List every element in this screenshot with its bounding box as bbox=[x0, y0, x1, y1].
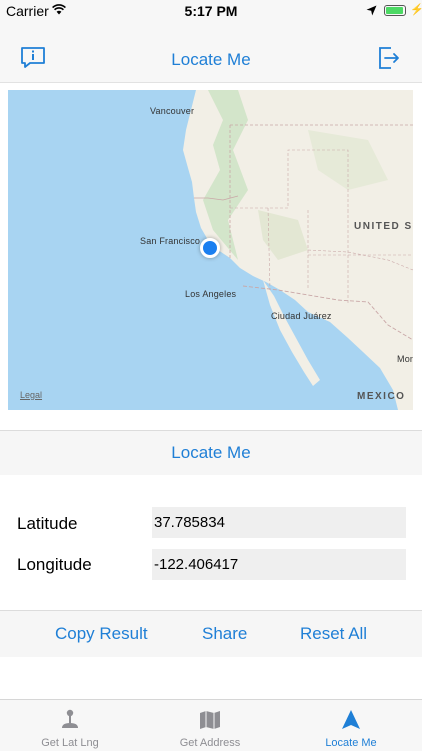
battery-icon bbox=[384, 5, 406, 16]
city-label-monterrey: Mon bbox=[397, 354, 413, 364]
latitude-label: Latitude bbox=[17, 514, 78, 533]
tab-locate-me[interactable]: Locate Me bbox=[281, 700, 421, 750]
copy-result-button[interactable]: Copy Result bbox=[55, 624, 148, 644]
longitude-label: Longitude bbox=[17, 555, 92, 574]
reset-all-button[interactable]: Reset All bbox=[300, 624, 367, 644]
city-label-ciudad-juarez: Ciudad Juárez bbox=[271, 311, 332, 321]
locate-me-button[interactable]: Locate Me bbox=[0, 443, 422, 463]
location-services-icon bbox=[366, 5, 377, 16]
tab-get-address[interactable]: Get Address bbox=[140, 700, 280, 750]
charging-bolt-icon: ⚡ bbox=[410, 4, 422, 16]
pin-stand-icon bbox=[62, 709, 78, 728]
map-icon bbox=[200, 711, 220, 729]
city-label-los-angeles: Los Angeles bbox=[185, 289, 237, 299]
city-label-vancouver: Vancouver bbox=[150, 106, 195, 116]
tab-label-get-lat-lng: Get Lat Lng bbox=[41, 737, 99, 749]
country-label-mexico: MEXICO bbox=[357, 391, 406, 402]
share-button[interactable]: Share bbox=[202, 624, 247, 644]
page-title: Locate Me bbox=[171, 50, 251, 69]
map-view[interactable]: Vancouver San Francisco Los Angeles Ciud… bbox=[8, 90, 413, 410]
clock: 5:17 PM bbox=[184, 3, 238, 19]
user-location-dot bbox=[200, 238, 220, 258]
latitude-field[interactable]: 37.785834 bbox=[152, 507, 406, 538]
tab-get-lat-lng[interactable]: Get Lat Lng bbox=[0, 700, 140, 750]
tab-label-get-address: Get Address bbox=[179, 737, 241, 749]
longitude-field[interactable]: -122.406417 bbox=[152, 549, 406, 580]
tab-label-locate-me: Locate Me bbox=[325, 737, 377, 749]
exit-icon[interactable] bbox=[376, 45, 402, 71]
legal-link[interactable]: Legal bbox=[20, 390, 42, 400]
location-arrow-icon bbox=[342, 710, 360, 729]
city-label-san-francisco: San Francisco bbox=[140, 236, 201, 246]
country-label-us: UNITED S bbox=[354, 221, 413, 232]
